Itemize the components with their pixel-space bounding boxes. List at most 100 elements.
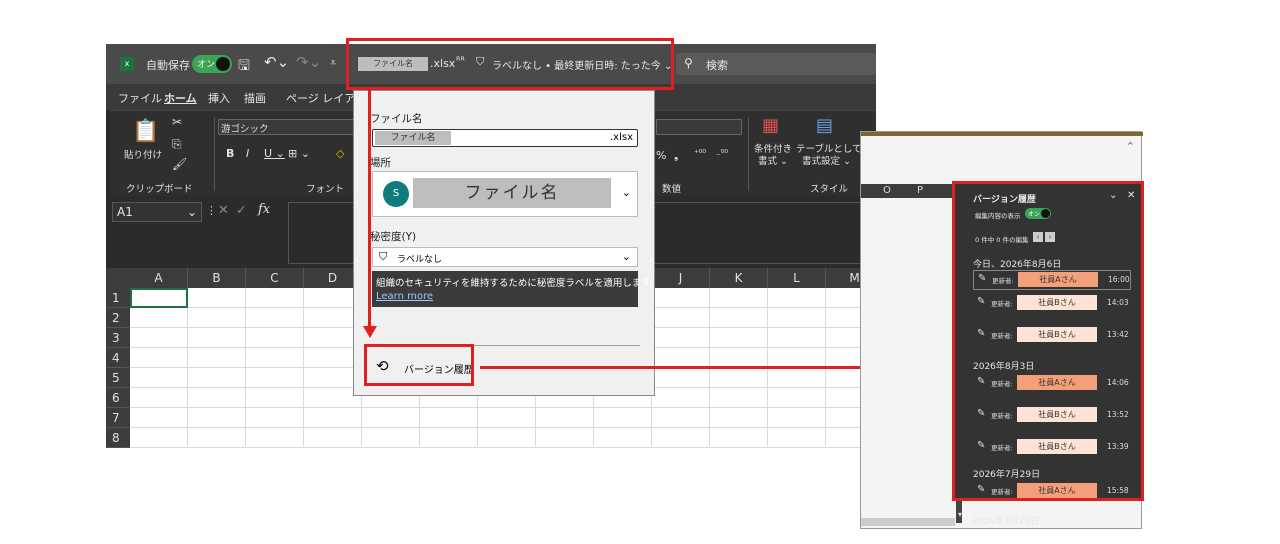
row-header[interactable]: 1 <box>106 288 130 308</box>
customize-qat-icon[interactable]: ⩡ <box>330 56 336 70</box>
paste-label[interactable]: 貼り付け <box>124 147 162 161</box>
clipboard-group-label: クリップボード <box>126 184 193 195</box>
close-icon[interactable]: ✕ <box>1127 190 1135 201</box>
enter-icon[interactable]: ✓ <box>236 203 247 218</box>
updated-by-label: 更新者: <box>991 300 1013 308</box>
version-time: 13:52 <box>1107 410 1129 419</box>
chevron-down-icon[interactable]: ⌄ <box>1109 190 1117 201</box>
conditional-format-icon[interactable]: ▦ <box>762 115 779 136</box>
column-header[interactable]: A <box>130 268 188 288</box>
version-entry[interactable]: ✎ 更新者: 社員Bさん 13:52 <box>973 406 1129 424</box>
updated-by-label: 更新者: <box>991 380 1013 388</box>
show-changes-toggle[interactable]: オン <box>1025 208 1051 219</box>
name-box[interactable]: A1 ⌄ <box>112 202 202 222</box>
location-value: ファイル名 <box>413 178 611 208</box>
column-header[interactable]: B <box>188 268 246 288</box>
undo-icon[interactable]: ↶⌄ <box>264 53 289 71</box>
version-entry[interactable]: ✎ 更新者: 社員Aさん 16:00 <box>973 270 1131 290</box>
column-header-P: P <box>917 185 924 196</box>
tab-home[interactable]: ホーム <box>164 90 197 106</box>
version-time: 16:00 <box>1108 275 1130 284</box>
tab-draw[interactable]: 描画 <box>244 90 266 106</box>
search-box[interactable]: ⚲ 検索 <box>676 53 876 75</box>
comma-icon[interactable]: ❟ <box>674 149 678 163</box>
updated-by-label: 更新者: <box>991 488 1013 496</box>
increase-decimal-icon[interactable]: ⁺⁰⁰ <box>694 149 706 159</box>
percent-icon[interactable]: % <box>656 149 666 162</box>
version-entry[interactable]: ✎ 更新者: 社員Bさん 14:03 <box>973 294 1129 312</box>
sensitivity-select[interactable]: ⛉ ラベルなし ⌄ <box>372 247 638 267</box>
column-header[interactable]: J <box>652 268 710 288</box>
prev-edit-icon[interactable]: ‹ <box>1033 232 1043 242</box>
fill-color-icon[interactable]: ◇ <box>336 147 344 160</box>
save-icon[interactable]: 🖫 <box>238 55 250 79</box>
sensitivity-value: ラベルなし <box>397 255 443 265</box>
tab-file[interactable]: ファイル <box>118 90 162 106</box>
border-icon[interactable]: ⊞ ⌄ <box>288 147 310 160</box>
tab-insert[interactable]: 挿入 <box>208 90 230 106</box>
location-select[interactable]: S ファイル名 ⌄ <box>372 171 638 217</box>
row-header[interactable]: 4 <box>106 348 130 368</box>
version-time: 13:42 <box>1107 330 1129 339</box>
toggle-knob-icon <box>1041 209 1050 218</box>
group-date: 2026年7月29日 <box>973 470 1041 480</box>
font-name-select[interactable]: 游ゴシック <box>218 119 358 135</box>
redo-icon[interactable]: ↷⌄ <box>296 53 321 71</box>
row-header[interactable]: 6 <box>106 388 130 408</box>
learn-more-link[interactable]: Learn more <box>376 291 433 302</box>
chevron-up-icon[interactable]: ⌃ <box>1126 140 1135 153</box>
cancel-icon[interactable]: ✕ <box>218 203 229 218</box>
table-format-label-2[interactable]: 書式設定 ⌄ <box>802 153 851 167</box>
filename-value: ファイル名 <box>375 131 451 145</box>
row-header[interactable]: 5 <box>106 368 130 388</box>
toggle-knob-icon <box>216 57 230 71</box>
conditional-format-label-2[interactable]: 書式 ⌄ <box>758 153 788 167</box>
version-time: 13:39 <box>1107 442 1129 451</box>
bold-icon[interactable]: B <box>226 147 234 160</box>
row-header[interactable]: 8 <box>106 428 130 448</box>
version-entry[interactable]: ✎ 更新者: 社員Aさん 15:58 <box>973 482 1129 500</box>
version-entry[interactable]: ✎ 更新者: 社員Bさん 13:39 <box>973 438 1129 456</box>
underline-icon[interactable]: U ⌄ <box>264 147 285 160</box>
active-cell-A1[interactable] <box>130 288 188 308</box>
row-header[interactable]: 3 <box>106 328 130 348</box>
paste-icon[interactable]: 📋 <box>132 119 159 144</box>
ribbon-separator <box>748 117 749 191</box>
sensitivity-label: 秘密度(Y) <box>370 231 417 243</box>
row-header[interactable]: 2 <box>106 308 130 328</box>
decrease-decimal-icon[interactable]: ₋⁰⁰ <box>716 149 728 159</box>
panel-title: バージョン履歴 <box>973 195 1036 205</box>
autosave-toggle[interactable]: オン <box>192 55 232 73</box>
updated-by-label: 更新者: <box>991 412 1013 420</box>
edit-count: 0 件中 0 件の編集 <box>975 236 1029 244</box>
next-edit-icon[interactable]: › <box>1045 232 1055 242</box>
horizontal-scrollbar[interactable] <box>861 518 955 526</box>
scroll-down-icon[interactable]: ▾ <box>958 510 962 519</box>
version-entry[interactable]: ✎ 更新者: 社員Aさん 14:06 <box>973 374 1129 392</box>
insert-function-icon[interactable]: fx <box>258 202 270 217</box>
ribbon-separator <box>214 117 215 191</box>
author-name: 社員Aさん <box>1017 483 1097 498</box>
pencil-icon: ✎ <box>978 273 987 284</box>
copy-icon[interactable]: ⎘ <box>172 137 182 152</box>
sharepoint-icon: S <box>383 181 409 207</box>
author-name: 社員Aさん <box>1017 375 1097 390</box>
filename-field[interactable]: ファイル名 .xlsx <box>372 129 638 147</box>
column-header[interactable]: C <box>246 268 304 288</box>
cut-icon[interactable]: ✂ <box>172 115 182 129</box>
author-name: 社員Bさん <box>1017 439 1097 454</box>
row-header[interactable]: 7 <box>106 408 130 428</box>
column-header-O: O <box>883 185 891 196</box>
version-entry[interactable]: ✎ 更新者: 社員Bさん 13:42 <box>973 326 1129 344</box>
author-name: 社員Bさん <box>1017 327 1097 342</box>
table-format-icon[interactable]: ▤ <box>816 115 833 136</box>
italic-icon[interactable]: I <box>246 147 249 160</box>
column-header[interactable]: K <box>710 268 768 288</box>
format-painter-icon[interactable]: 🖌 <box>172 157 187 171</box>
pencil-icon: ✎ <box>977 296 986 307</box>
font-group-label: フォント <box>306 184 345 195</box>
name-box-value: A1 <box>117 205 133 219</box>
column-header[interactable]: L <box>768 268 826 288</box>
number-format-select[interactable] <box>656 119 742 135</box>
select-all-corner[interactable] <box>106 268 130 288</box>
